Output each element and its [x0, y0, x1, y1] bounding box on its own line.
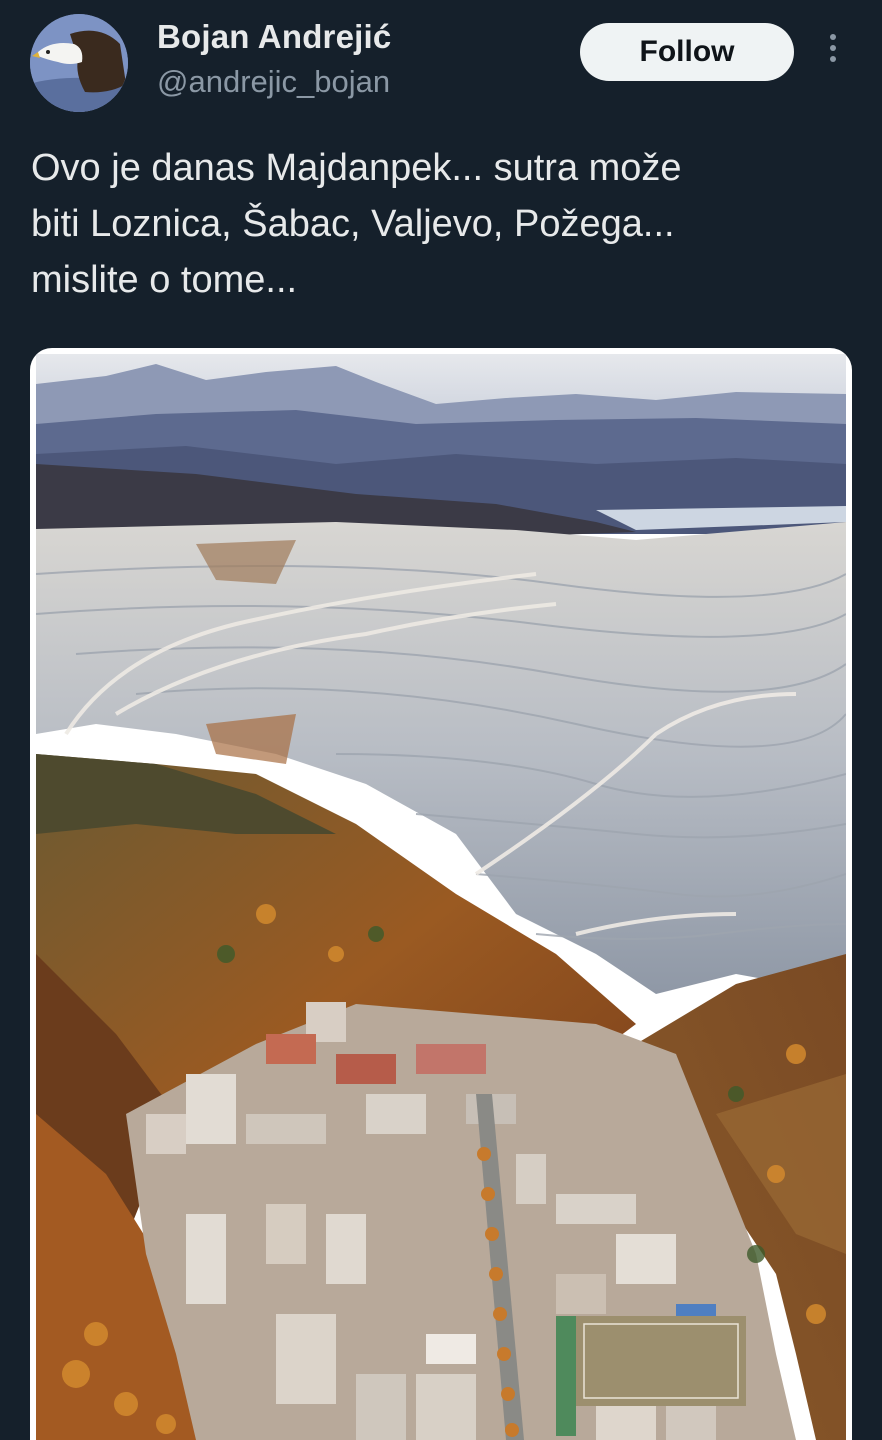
tweet-text-line: biti Loznica, Šabac, Valjevo, Požega...	[31, 203, 675, 245]
tweet-text-line: Ovo je danas Majdanpek... sutra može	[31, 147, 682, 189]
author-avatar[interactable]	[30, 14, 128, 112]
follow-button[interactable]: Follow	[580, 23, 794, 81]
dot	[830, 45, 836, 51]
eagle-avatar-icon	[30, 14, 128, 112]
dot	[830, 34, 836, 40]
dot	[830, 56, 836, 62]
tweet-media-photo[interactable]	[30, 348, 852, 1440]
author-handle[interactable]: @andrejic_bojan	[157, 64, 390, 100]
author-name[interactable]: Bojan Andrejić	[157, 18, 391, 56]
tweet-header: Bojan Andrejić @andrejic_bojan Follow	[0, 0, 882, 120]
mine-town-photo	[36, 354, 846, 1440]
more-options-icon[interactable]	[820, 34, 846, 70]
tweet-text-line: mislite o tome...	[31, 259, 298, 301]
tweet-text: Ovo je danas Majdanpek... sutra može bit…	[31, 140, 851, 308]
